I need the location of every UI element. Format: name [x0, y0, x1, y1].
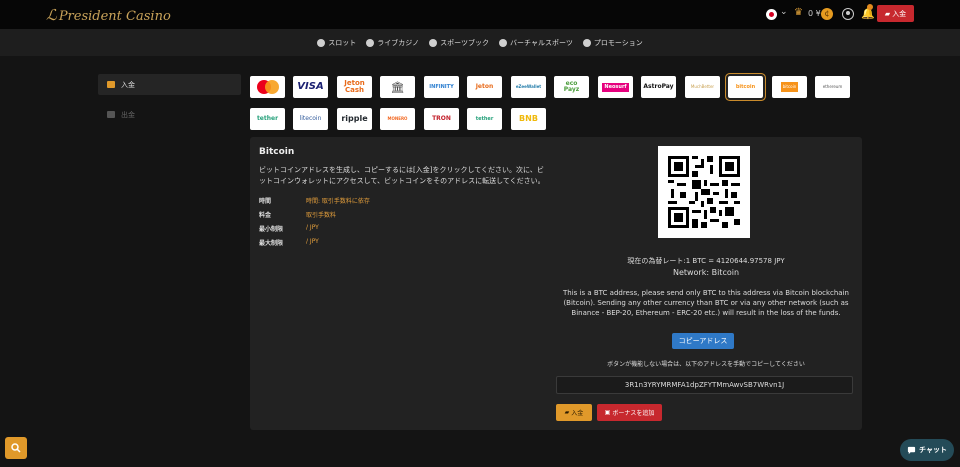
method-tether-erc20[interactable]: tether	[467, 108, 502, 130]
method-jeton[interactable]: Jeton	[467, 76, 502, 98]
deposit-button[interactable]: ▰ 入金	[556, 404, 592, 421]
top-header: ℒ President Casino ⌄ ♛ 0 ¥ ¢ 🔔 ▰ 入金	[0, 0, 960, 29]
header-deposit-label: 入金	[892, 9, 907, 18]
nav-item-live-casino[interactable]: ライブカジノ	[366, 38, 419, 48]
method-tron[interactable]: TRON	[424, 108, 459, 130]
nav-label: バーチャルスポーツ	[510, 38, 573, 47]
gift-icon: ▣	[604, 409, 611, 416]
sidebar-item-withdraw[interactable]: 出金	[98, 104, 241, 125]
nav-label: スロット	[328, 38, 357, 47]
balance-value: 0 ¥	[808, 9, 821, 18]
wallet-icon: ▰	[884, 9, 891, 18]
crown-icon[interactable]: ♛	[794, 8, 806, 18]
sidebar-item-deposit[interactable]: 入金	[98, 74, 241, 95]
payment-method-grid: VISA Jeton Cash 🏛 INFINITY Jeton eZeeWal…	[250, 74, 862, 132]
search-icon	[11, 443, 21, 453]
info-value-fee: 取引手数料	[306, 212, 337, 219]
nav-label: スポーツブック	[440, 38, 490, 47]
mastercard-icon	[256, 80, 279, 94]
nav-label: プロモーション	[593, 38, 643, 47]
chat-label: チャット	[919, 446, 947, 454]
info-value-max: / JPY	[306, 238, 319, 245]
manual-copy-note: ボタンが機能しない場合は、以下のアドレスを手動でコピーしてください	[607, 361, 805, 368]
chevron-down-icon[interactable]: ⌄	[780, 7, 788, 17]
main-nav: スロット ライブカジノ スポーツブック バーチャルスポーツ プロモーション	[0, 29, 960, 56]
sportsbook-icon	[429, 38, 438, 47]
info-value-min: / JPY	[306, 224, 319, 231]
sidebar-item-label: 入金	[121, 80, 135, 89]
qr-code	[658, 146, 750, 238]
bank-icon: 🏛	[390, 80, 405, 94]
method-muchbetter[interactable]: MuchBetter	[685, 76, 720, 98]
info-label-fee: 料金	[259, 212, 272, 219]
logo[interactable]: ℒ President Casino	[46, 6, 171, 24]
chat-button[interactable]: チャット	[900, 439, 954, 461]
method-bank-transfer[interactable]: 🏛	[380, 76, 415, 98]
promotion-icon	[582, 38, 591, 47]
withdraw-icon	[107, 111, 115, 118]
add-bonus-button[interactable]: ▣ ボーナスを追加	[597, 404, 662, 421]
method-ethereum[interactable]: ethereum	[815, 76, 850, 98]
chat-icon	[907, 446, 916, 454]
method-bnb[interactable]: BNB	[511, 108, 546, 130]
sidebar-item-label: 出金	[121, 110, 135, 119]
method-jetoncash[interactable]: Jeton Cash	[337, 76, 372, 98]
method-ripple[interactable]: ripple	[337, 108, 372, 130]
method-ecopayz[interactable]: eco Payz	[554, 76, 589, 98]
user-icon[interactable]	[842, 8, 854, 20]
info-value-time: 時間: 取引手数料に依存	[306, 198, 370, 205]
method-bitcoin[interactable]: bitcoin	[726, 74, 765, 100]
nav-item-slots[interactable]: スロット	[317, 38, 356, 48]
wallet-icon	[107, 81, 115, 88]
panel-title: Bitcoin	[259, 147, 295, 157]
method-astropay[interactable]: AstroPay	[641, 76, 676, 98]
method-monero[interactable]: MONERO	[380, 108, 415, 130]
nav-item-promotions[interactable]: プロモーション	[582, 38, 643, 48]
deposit-button-label: 入金	[571, 410, 584, 417]
wallet-icon: ▰	[564, 409, 570, 416]
network-label: Network: Bitcoin	[672, 268, 740, 277]
address-warning: This is a BTC address, please send only …	[563, 289, 849, 317]
nav-label: ライブカジノ	[377, 38, 420, 47]
method-litecoin[interactable]: litecoin	[293, 108, 328, 130]
method-mastercard[interactable]	[250, 76, 285, 98]
notification-dot	[867, 4, 873, 10]
live-casino-icon	[366, 38, 375, 47]
method-tether[interactable]: tether	[250, 108, 285, 130]
nav-item-sportsbook[interactable]: スポーツブック	[429, 38, 489, 48]
coin-icon[interactable]: ¢	[821, 8, 833, 20]
exchange-rate: 現在の為替レート:1 BTC = 4120644.97578 JPY	[627, 257, 785, 265]
info-label-min: 最小制限	[259, 226, 284, 233]
bitcoin-deposit-panel: Bitcoin ビットコインアドレスを生成し、コピーするには[入金]をクリックし…	[250, 137, 862, 430]
method-infinity[interactable]: INFINITY	[424, 76, 459, 98]
method-bitcoin-cash[interactable]: bitcoin	[772, 76, 807, 98]
info-label-time: 時間	[259, 198, 272, 205]
slot-icon	[317, 38, 326, 47]
japan-flag-icon[interactable]	[766, 9, 777, 20]
btc-address-field[interactable]: 3R1n3YRYMRMFA1dpZFYTMmAwvSB7WRvn1J	[556, 376, 853, 394]
method-ezeewallet[interactable]: eZeeWallet	[511, 76, 546, 98]
logo-text: President Casino	[58, 9, 171, 24]
virtual-sports-icon	[499, 38, 508, 47]
header-deposit-button[interactable]: ▰ 入金	[877, 5, 914, 22]
logo-mark: ℒ	[46, 6, 57, 24]
add-bonus-label: ボーナスを追加	[612, 410, 655, 417]
copy-address-button[interactable]: コピーアドレス	[672, 333, 734, 349]
nav-item-virtual-sports[interactable]: バーチャルスポーツ	[499, 38, 573, 48]
method-neosurf[interactable]: Neosurf	[598, 76, 633, 98]
search-button[interactable]	[5, 437, 27, 459]
info-label-max: 最大制限	[259, 240, 284, 247]
method-visa[interactable]: VISA	[293, 76, 328, 98]
panel-description: ビットコインアドレスを生成し、コピーするには[入金]をクリックしてください。次に…	[259, 166, 545, 185]
qr-code-icon	[668, 156, 740, 228]
